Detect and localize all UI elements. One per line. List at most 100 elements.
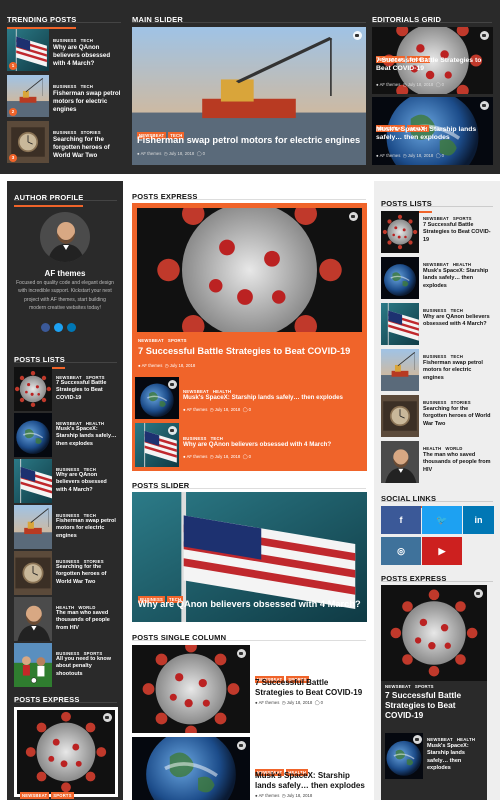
crane-ship-image [14,505,52,549]
trending-posts-section: Trending Posts [7,9,77,29]
post-title[interactable]: All you need to know about penalty shoot… [56,656,118,678]
post-title[interactable]: 7 Successful Battle Strategies to Beat C… [56,380,118,402]
earth-image [132,737,250,800]
post-title[interactable]: Musk's SpaceX: Starship lands safely… th… [376,126,488,142]
list-item[interactable]: Newsbeat Health Musk's SpaceX: Starship l… [14,413,119,457]
instagram-icon[interactable]: ◎ [381,537,421,565]
list-item[interactable]: Business Sports All you need to know abou… [14,643,119,687]
post-title[interactable]: 7 Successful Battle Strategies to Beat C… [423,222,493,244]
trending-item[interactable]: 3 Business Stories Searching for the forg… [7,120,121,164]
author-profile-section: Author Profile [14,187,84,207]
virus-image[interactable] [381,585,487,681]
earth-image [381,257,419,299]
slider-headline[interactable]: Why are QAnon believers obsessed with 4 … [138,598,364,610]
express-list-item[interactable]: Newsbeat Health Musk's SpaceX: Starship l… [135,377,365,419]
express-card[interactable]: Newsbeat Sports [14,707,118,799]
video-icon [237,649,246,658]
post-title[interactable]: 7 Successful Battle Strategies to Beat C… [255,678,367,698]
post-title[interactable]: 7 Successful Battle Strategies to Beat C… [376,57,488,73]
rank-badge: 3 [9,154,17,162]
post-title[interactable]: 7 Successful Battle Strategies to Beat C… [138,345,360,357]
post-title[interactable]: The man who saved thousands of people fr… [56,610,118,632]
express-list-item[interactable]: Newsbeat Health Musk's SpaceX: Starship l… [385,733,485,779]
slider-headline[interactable]: Fisherman swap petrol motors for electri… [137,134,361,146]
crane-ship-image [381,349,419,391]
list-item[interactable]: Newsbeat Health Musk's SpaceX: Starship l… [381,257,495,299]
trending-item[interactable]: 2 Business Tech Fisherman swap petrol mot… [7,74,121,118]
posts-slider[interactable]: Business Tech Why are QAnon believers obs… [132,492,367,622]
list-item[interactable]: Newsbeat Sports 7 Successful Battle Strat… [14,367,119,411]
author-social-icons [41,323,89,333]
editorial-card[interactable]: Newsbeat Sports 7 Successful Battle Strat… [372,27,493,94]
virus-image [132,645,250,733]
single-column-item[interactable]: Newsbeat Health Musk's SpaceX: Starship l… [132,737,367,800]
single-column-item[interactable]: Newsbeat Sports 7 Successful Battle Strat… [132,645,367,733]
post-categories: Newsbeat Sports [20,792,74,799]
post-title[interactable]: Why are QAnon believers obsessed with 4 … [183,441,363,449]
post-title[interactable]: Musk's SpaceX: Starship lands safely… th… [255,771,367,791]
main-slider[interactable]: Newsbeat Tech Fisherman swap petrol motor… [132,27,366,165]
virus-image[interactable] [137,208,362,332]
trending-item[interactable]: 1 Business Tech Why are QAnon believers o… [7,28,121,72]
video-icon [168,380,177,389]
list-item[interactable]: Business Tech Fisherman swap petrol motor… [381,349,495,391]
youtube-icon[interactable]: ▶ [422,537,462,565]
video-icon [474,589,483,598]
express-list-item[interactable]: Business Tech Why are QAnon believers obs… [135,423,365,467]
posts-single-column-section: Posts Single Column [132,627,227,647]
post-title[interactable]: Searching for the forgotten heroes of Wo… [53,136,125,160]
man-image [14,597,52,641]
editorials-grid-section: Editorials Grid [372,9,442,29]
video-icon [237,741,246,750]
post-meta: ● AF themes ◷ July 18, 2018 ◯ 0 [376,153,445,158]
post-title[interactable]: Fisherman swap petrol motors for electri… [423,360,493,382]
twitter-icon[interactable]: 🐦 [422,506,462,534]
post-meta: ● AF themes ◷ July 18, 2018 ◯ 0 [137,151,206,156]
editorial-card[interactable]: Newsbeat Health Musk's SpaceX: Starship l… [372,97,493,165]
list-item[interactable]: Business Stories Searching for the forgot… [381,395,495,437]
post-title[interactable]: Searching for the forgotten heroes of Wo… [56,564,118,586]
list-item[interactable]: Newsbeat Sports 7 Successful Battle Strat… [381,211,495,253]
list-item[interactable]: Health World The man who saved thousands … [381,441,495,483]
avatar [40,212,90,262]
post-title[interactable]: The man who saved thousands of people fr… [423,452,493,474]
instagram-icon[interactable] [54,323,63,332]
post-title[interactable]: Musk's SpaceX: Starship lands safely… th… [427,743,483,772]
post-meta: ● AF themes ◷ July 18, 2018 ◯ 0 [183,454,252,459]
flag-image [14,459,52,503]
video-icon [480,31,489,40]
video-icon [103,713,112,722]
list-item[interactable]: Business Tech Why are QAnon believers obs… [381,303,495,345]
post-title[interactable]: Musk's SpaceX: Starship lands safely… th… [423,268,493,290]
post-title[interactable]: 7 Successful Battle Strategies to Beat C… [385,690,485,720]
list-item[interactable]: Business Tech Why are QAnon believers obs… [14,459,119,503]
post-title[interactable]: Musk's SpaceX: Starship lands safely… th… [183,394,363,402]
watch-image [14,551,52,595]
list-item[interactable]: Business Tech Fisherman swap petrol motor… [14,505,119,549]
linkedin-icon[interactable] [67,323,76,332]
video-icon [480,101,489,110]
post-title[interactable]: Fisherman swap petrol motors for electri… [53,90,125,114]
post-meta: ● AF themes ◷ July 18, 2018 [255,793,313,798]
video-icon [353,31,362,40]
post-meta: ● AF themes ◷ July 18, 2018 ◯ 0 [376,82,445,87]
man-image [381,441,419,483]
flag-image [381,303,419,345]
list-item[interactable]: Health World The man who saved thousands … [14,597,119,641]
post-meta: ● AF themes ◷ July 18, 2018 ◯ 0 [183,407,252,412]
post-title[interactable]: Why are QAnon believers obsessed with 4 … [53,44,123,68]
list-item[interactable]: Business Stories Searching for the forgot… [14,551,119,595]
video-icon [413,735,422,744]
post-meta: ● AF themes ◷ July 18, 2018 ◯ 0 [255,700,324,705]
post-title[interactable]: Searching for the forgotten heroes of Wo… [423,406,493,428]
facebook-icon[interactable]: f [381,506,421,534]
post-meta: ● AF themes ◷ July 18, 2018 [138,363,196,368]
post-title[interactable]: Why are QAnon believers obsessed with 4 … [56,472,118,494]
post-title[interactable]: Musk's SpaceX: Starship lands safely… th… [56,426,118,448]
express-panel: Newsbeat Sports 7 Successful Battle Strat… [132,203,367,471]
facebook-icon[interactable] [41,323,50,332]
post-title[interactable]: Why are QAnon believers obsessed with 4 … [423,314,493,329]
posts-express-section: Posts Express [14,689,80,709]
post-title[interactable]: Fisherman swap petrol motors for electri… [56,518,118,540]
linkedin-icon[interactable]: in [463,506,494,534]
